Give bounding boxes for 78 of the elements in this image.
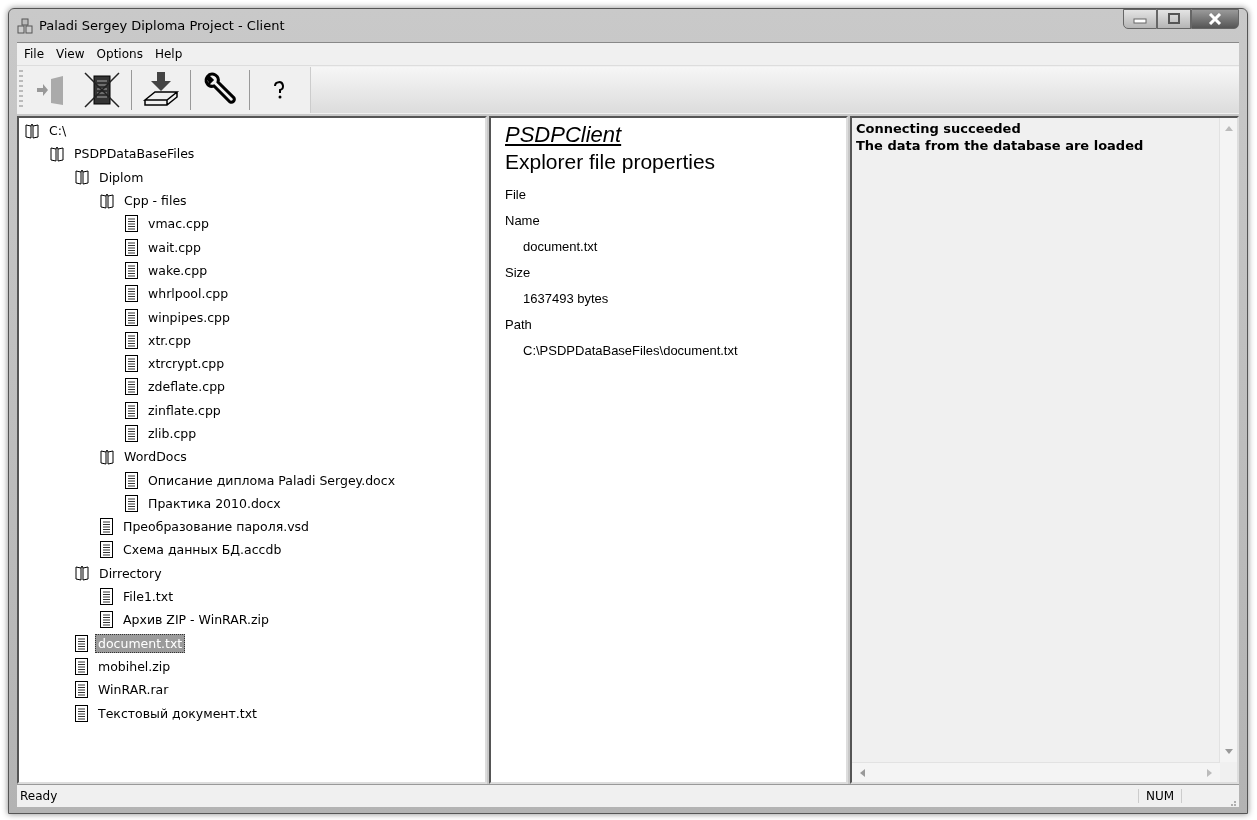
tree-item[interactable]: xtrcrypt.cpp (145, 354, 228, 374)
document-icon (125, 355, 138, 373)
close-button[interactable] (1191, 9, 1239, 29)
document-icon (125, 308, 138, 326)
horizontal-scrollbar[interactable] (852, 762, 1220, 782)
document-icon (125, 378, 138, 396)
tree-item[interactable]: vmac.cpp (145, 214, 212, 234)
section-label: File (505, 186, 527, 204)
tree-item[interactable]: Практика 2010.docx (145, 493, 284, 513)
maximize-button[interactable] (1157, 9, 1191, 29)
tree-item[interactable]: WordDocs (121, 447, 190, 467)
book-icon (50, 145, 64, 162)
log-line: Connecting succeeded (856, 120, 1022, 137)
tree-item[interactable]: Cpp - files (121, 191, 190, 211)
document-icon (125, 261, 138, 279)
minimize-button[interactable] (1123, 9, 1157, 29)
tree-item[interactable]: File1.txt (120, 587, 177, 607)
document-icon (125, 425, 138, 442)
property-label: Name (505, 212, 541, 230)
document-icon (75, 634, 88, 652)
tree-item[interactable]: C:\ (46, 121, 70, 141)
tree-item[interactable]: Diplom (96, 167, 147, 187)
property-value: document.txt (522, 238, 599, 256)
menu-item[interactable]: Help (149, 45, 188, 63)
document-icon (75, 704, 88, 722)
tree-item[interactable]: wait.cpp (145, 237, 204, 257)
document-icon (125, 215, 138, 233)
tree-item[interactable]: wake.cpp (145, 260, 211, 280)
tree-item[interactable]: Текстовый документ.txt (95, 703, 260, 723)
tree-item[interactable]: zlib.cpp (145, 424, 200, 443)
tree-item[interactable]: mobihel.zip (95, 656, 174, 676)
document-icon (125, 494, 138, 512)
book-icon (100, 448, 114, 465)
document-icon (75, 681, 88, 699)
tree-item[interactable]: Преобразование пароля.vsd (120, 517, 312, 537)
scroll-left-icon[interactable] (860, 768, 865, 777)
document-icon (125, 285, 138, 303)
crossed-server-icon (82, 70, 122, 110)
menu-item[interactable]: File (19, 45, 50, 63)
log-line: The data from the database are loaded (856, 137, 1145, 154)
book-icon (75, 169, 89, 186)
book-icon (25, 122, 39, 139)
tree-item[interactable]: xtr.cpp (145, 330, 194, 350)
document-icon (100, 588, 113, 606)
tree-item[interactable]: PSDPDataBaseFiles (71, 144, 198, 164)
document-icon (100, 518, 113, 536)
menu-item[interactable]: Options (91, 45, 148, 63)
tree-item[interactable]: Описание диплома Paladi Sergey.docx (145, 470, 399, 490)
document-icon (125, 331, 138, 349)
property-value: C:\PSDPDataBaseFiles\document.txt (522, 342, 739, 360)
book-icon (100, 192, 114, 209)
document-icon (100, 611, 113, 629)
document-icon (125, 401, 138, 419)
app-icon (17, 17, 33, 34)
app-name: PSDPClient (505, 122, 623, 148)
tree-item[interactable]: Схема данных БД.accdb (120, 540, 285, 560)
document-icon (100, 541, 113, 559)
document-icon (125, 238, 138, 256)
property-label: Path (505, 316, 533, 334)
scroll-down-icon[interactable] (1224, 749, 1233, 754)
document-icon (75, 657, 88, 675)
properties-heading: Explorer file properties (505, 150, 717, 174)
tree-item[interactable]: zdeflate.cpp (145, 377, 229, 397)
tree-item[interactable]: Dirrectory (96, 563, 165, 583)
book-icon (75, 565, 89, 582)
tree-item[interactable]: zinflate.cpp (145, 400, 224, 420)
tree-item[interactable]: Архив ZIP - WinRAR.zip (120, 610, 272, 630)
num-lock-indicator: NUM (1138, 789, 1182, 803)
window-title: Paladi Sergey Diploma Project - Client (39, 18, 285, 33)
menu-item[interactable]: View (51, 45, 90, 63)
property-value: 1637493 bytes (522, 290, 610, 308)
status-text: Ready (19, 789, 59, 803)
vertical-scrollbar[interactable] (1219, 118, 1237, 762)
tree-item[interactable]: whrlpool.cpp (145, 284, 232, 304)
document-icon (125, 471, 138, 489)
property-label: Size (505, 264, 532, 282)
tree-item[interactable]: winpipes.cpp (145, 307, 233, 327)
tree-item[interactable]: WinRAR.rar (95, 680, 172, 700)
